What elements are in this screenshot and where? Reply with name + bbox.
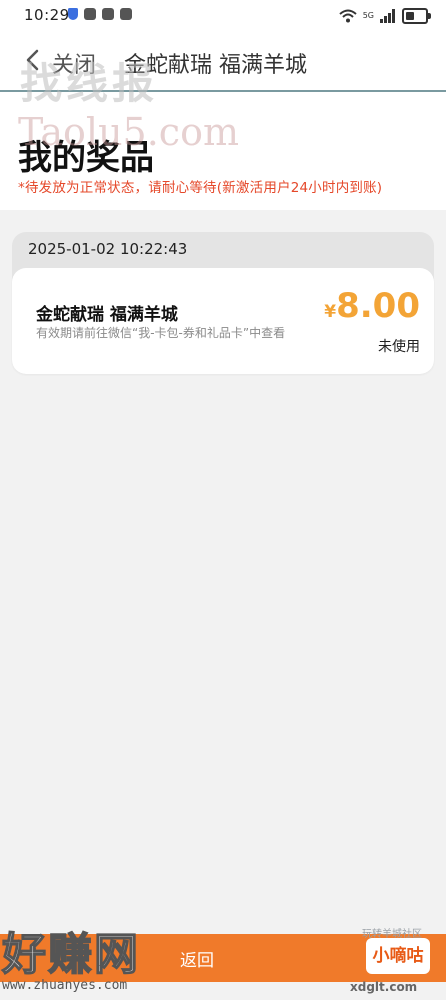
close-button[interactable]: 关闭 <box>52 47 96 79</box>
page-title: 我的奖品 <box>18 138 154 178</box>
status-time: 10:29 <box>24 6 70 24</box>
header-area: 我的奖品 *待发放为正常状态，请耐心等待(新激活用户24小时内到账) <box>0 92 446 210</box>
status-system-icons: 5G <box>339 8 431 24</box>
wechat-icon <box>120 8 132 20</box>
top-navigation: 关闭 金蛇献瑞 福满羊城 <box>0 34 446 90</box>
notice-text: *待发放为正常状态，请耐心等待(新激活用户24小时内到账) <box>18 180 383 196</box>
signal-icon <box>380 9 395 23</box>
battery-icon <box>402 8 431 24</box>
prize-item: 2025-01-02 10:22:43 金蛇献瑞 福满羊城 有效期请前往微信“我… <box>12 232 434 374</box>
shield-icon <box>68 8 78 20</box>
nav-title: 金蛇献瑞 福满羊城 <box>124 53 307 78</box>
qq-icon <box>102 8 114 20</box>
mini-badge: 小嘀咕 <box>366 938 430 974</box>
prize-status: 未使用 <box>378 339 420 355</box>
prize-description: 有效期请前往微信“我-卡包-券和礼品卡”中查看 <box>36 326 286 340</box>
status-bar: 10:29 5G <box>0 0 446 34</box>
app-icon <box>84 8 96 20</box>
prize-date: 2025-01-02 10:22:43 <box>28 240 188 258</box>
wifi-icon <box>339 9 357 23</box>
network-type: 5G <box>362 11 374 20</box>
currency-symbol: ¥ <box>324 302 337 322</box>
back-arrow-icon[interactable] <box>22 48 46 72</box>
status-notification-icons <box>68 8 132 20</box>
prize-card[interactable]: 金蛇献瑞 福满羊城 有效期请前往微信“我-卡包-券和礼品卡”中查看 ¥8.00 … <box>12 268 434 374</box>
prize-amount: ¥8.00 <box>324 286 420 326</box>
back-button[interactable]: 返回 <box>180 946 214 971</box>
prize-amount-value: 8.00 <box>336 286 420 326</box>
prize-page: 10:29 5G 关闭 金蛇献瑞 福满羊城 我的奖品 *待发放为正常状态，请耐心… <box>0 0 446 1000</box>
watermark-corner: xdglt.com <box>350 980 418 994</box>
prize-name: 金蛇献瑞 福满羊城 <box>36 305 178 325</box>
